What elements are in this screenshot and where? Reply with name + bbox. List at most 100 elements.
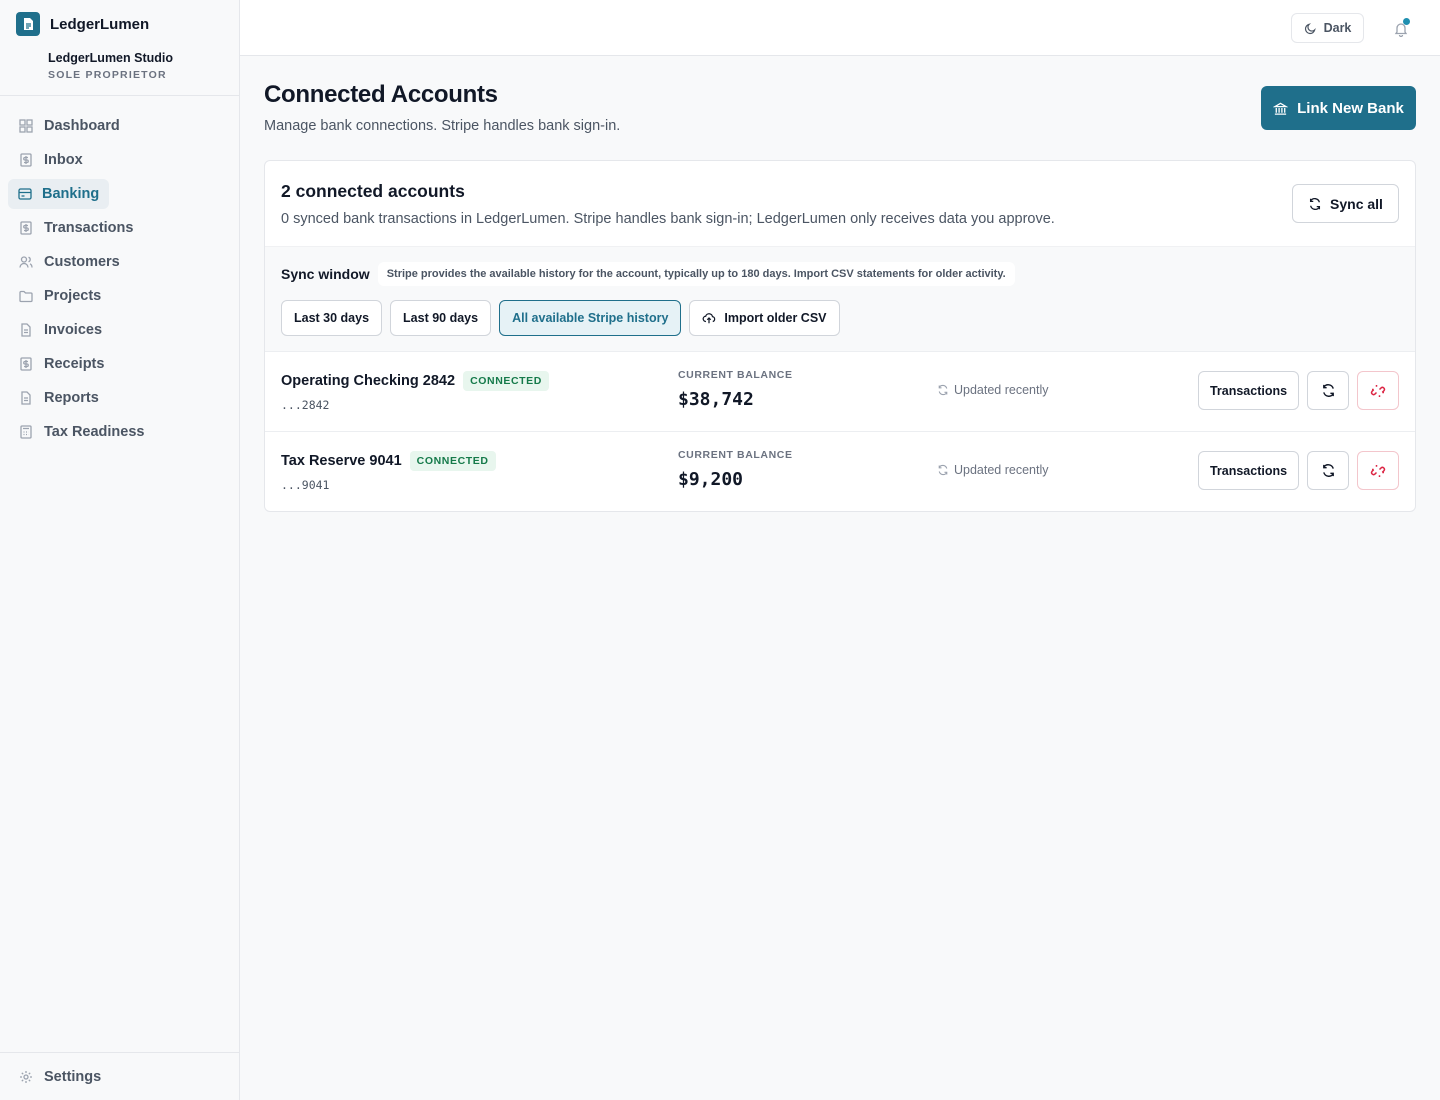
updated-text: Updated recently	[954, 383, 1049, 397]
sync-all-button[interactable]: Sync all	[1292, 184, 1399, 223]
unlink-icon	[1370, 463, 1386, 479]
ledger-logo-icon	[16, 12, 40, 36]
topbar: Dark	[240, 0, 1440, 56]
sync-option-label: Last 30 days	[294, 311, 370, 325]
sidebar-item-label: Projects	[44, 288, 102, 304]
account-title: Tax Reserve 9041 CONNECTED	[281, 451, 496, 471]
refresh-icon	[1321, 383, 1336, 398]
page-subtitle: Manage bank connections. Stripe handles …	[264, 118, 621, 134]
unlink-icon	[1370, 383, 1386, 399]
balance-label: CURRENT BALANCE	[678, 449, 793, 461]
connected-accounts-card: 2 connected accounts 0 synced bank trans…	[264, 160, 1416, 512]
sidebar-item-label: Invoices	[44, 322, 103, 338]
sidebar-item-label: Tax Readiness	[44, 424, 145, 440]
link-new-bank-label: Link New Bank	[1297, 99, 1404, 117]
account-mask: ...9041	[281, 478, 330, 492]
dashboard-icon	[18, 118, 34, 134]
sync-account-button[interactable]	[1307, 371, 1349, 410]
page-title: Connected Accounts	[264, 81, 498, 108]
sidebar-footer: Settings	[0, 1052, 239, 1100]
unlink-account-button[interactable]	[1357, 451, 1399, 490]
bank-card-icon	[18, 186, 32, 202]
sidebar-item-label: Inbox	[44, 152, 83, 168]
sidebar-item-projects[interactable]: Projects	[8, 281, 231, 311]
moon-icon	[1304, 22, 1317, 35]
brand-name: LedgerLumen	[50, 15, 150, 33]
sync-option-label: Import older CSV	[724, 311, 827, 325]
sidebar-item-dashboard[interactable]: Dashboard	[8, 111, 231, 141]
sidebar-item-tax-readiness[interactable]: Tax Readiness	[8, 417, 231, 447]
sidebar-item-receipts[interactable]: Receipts	[8, 349, 231, 379]
sync-all-label: Sync all	[1330, 195, 1383, 212]
sidebar-item-label: Banking	[42, 186, 100, 202]
account-name: Operating Checking 2842	[281, 373, 456, 389]
updated-status: Updated recently	[937, 463, 1049, 477]
sync-account-button[interactable]	[1307, 451, 1349, 490]
sidebar-item-settings[interactable]: Settings	[18, 1062, 101, 1092]
sidebar-item-label: Customers	[44, 254, 120, 270]
link-new-bank-button[interactable]: Link New Bank	[1261, 86, 1416, 130]
org-type: SOLE PROPRIETOR	[48, 69, 167, 81]
sidebar-item-banking[interactable]: Banking	[8, 179, 109, 209]
sync-option-label: All available Stripe history	[512, 311, 669, 325]
updated-status: Updated recently	[937, 383, 1049, 397]
bank-icon	[1273, 101, 1289, 116]
sync-window-options: Last 30 days Last 90 days All available …	[281, 300, 840, 336]
sidebar-item-invoices[interactable]: Invoices	[8, 315, 231, 345]
accounts-summary-text: 0 synced bank transactions in LedgerLume…	[281, 211, 1055, 227]
sync-window-panel: Sync window Stripe provides the availabl…	[265, 246, 1415, 352]
sync-status-icon	[937, 384, 949, 396]
sidebar-item-label: Reports	[44, 390, 99, 406]
sidebar-item-label: Receipts	[44, 356, 105, 372]
account-name: Tax Reserve 9041	[281, 453, 402, 469]
sidebar-item-inbox[interactable]: Inbox	[8, 145, 231, 175]
sidebar-item-label: Dashboard	[44, 118, 120, 134]
balance-label: CURRENT BALANCE	[678, 369, 793, 381]
account-actions: Transactions	[1198, 451, 1399, 490]
status-badge: CONNECTED	[463, 371, 549, 391]
account-mask: ...2842	[281, 398, 330, 412]
sync-option-last-30-days[interactable]: Last 30 days	[281, 300, 383, 336]
sidebar-item-reports[interactable]: Reports	[8, 383, 231, 413]
import-older-csv-button[interactable]: Import older CSV	[689, 300, 840, 336]
calculator-icon	[18, 424, 34, 440]
balance-value: $9,200	[678, 469, 744, 490]
account-actions: Transactions	[1198, 371, 1399, 410]
sync-option-label: Last 90 days	[403, 311, 479, 325]
refresh-icon	[1308, 197, 1322, 211]
updated-text: Updated recently	[954, 463, 1049, 477]
theme-toggle-button[interactable]: Dark	[1291, 13, 1364, 43]
account-title: Operating Checking 2842 CONNECTED	[281, 371, 549, 391]
accounts-count-title: 2 connected accounts	[281, 181, 465, 201]
sidebar-item-transactions[interactable]: Transactions	[8, 213, 231, 243]
document-icon	[18, 322, 34, 338]
unlink-account-button[interactable]	[1357, 371, 1399, 410]
sidebar-item-label: Settings	[44, 1068, 102, 1085]
gear-icon	[18, 1069, 34, 1085]
sync-window-header: Sync window Stripe provides the availabl…	[281, 262, 1015, 286]
card-header: 2 connected accounts 0 synced bank trans…	[265, 161, 1415, 246]
brand-block: LedgerLumen LedgerLumen Studio SOLE PROP…	[0, 0, 239, 96]
dollar-doc-icon	[18, 220, 34, 236]
sidebar-item-label: Transactions	[44, 220, 134, 236]
sync-option-last-90-days[interactable]: Last 90 days	[390, 300, 492, 336]
report-icon	[18, 390, 34, 406]
account-row: Operating Checking 2842 CONNECTED ...284…	[265, 352, 1415, 432]
sync-window-hint: Stripe provides the available history fo…	[377, 262, 1015, 286]
brand-row[interactable]: LedgerLumen	[16, 12, 223, 36]
sync-status-icon	[937, 464, 949, 476]
view-transactions-button[interactable]: Transactions	[1198, 371, 1299, 410]
sidebar-nav: Dashboard Inbox Banking Transactions Cus…	[0, 96, 239, 447]
balance-value: $38,742	[678, 389, 754, 410]
folder-icon	[18, 288, 34, 304]
view-transactions-button[interactable]: Transactions	[1198, 451, 1299, 490]
receipt-icon	[18, 356, 34, 372]
sync-window-label: Sync window	[281, 266, 370, 282]
notifications-button[interactable]	[1389, 17, 1413, 41]
sync-option-all-history[interactable]: All available Stripe history	[499, 300, 682, 336]
sidebar-item-customers[interactable]: Customers	[8, 247, 231, 277]
inbox-icon	[18, 152, 34, 168]
refresh-icon	[1321, 463, 1336, 478]
users-icon	[18, 254, 34, 270]
sidebar: LedgerLumen LedgerLumen Studio SOLE PROP…	[0, 0, 240, 1100]
